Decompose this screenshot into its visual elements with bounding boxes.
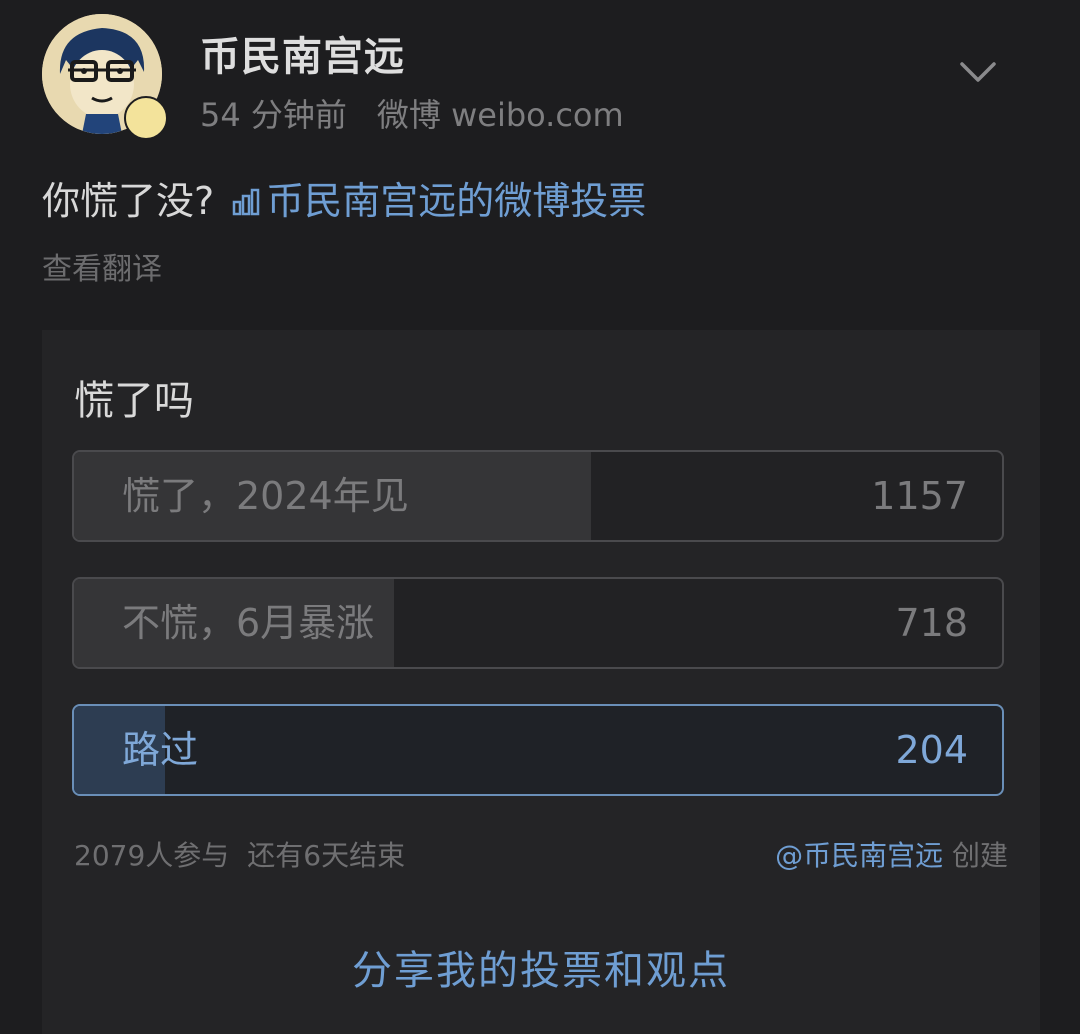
vote-link[interactable]: 币民南宫远的微博投票 xyxy=(226,179,646,223)
username[interactable]: 币民南宫远 xyxy=(200,24,405,82)
poll-option-2-count: 718 xyxy=(895,601,968,645)
translate-link[interactable]: 查看翻译 xyxy=(42,244,162,288)
poll-created-label: 创建 xyxy=(951,839,1008,872)
post-meta: 54 分钟前 微博 weibo.com xyxy=(200,90,624,136)
poll-creator-link[interactable]: @币民南宫远 xyxy=(775,839,943,872)
poll-option-3-count: 204 xyxy=(895,728,968,772)
bar-chart-icon xyxy=(232,181,260,225)
poll-option-2[interactable]: 不慌，6月暴涨 718 xyxy=(72,577,1004,669)
weibo-post: 币民南宫远 54 分钟前 微博 weibo.com 你慌了没? 币民南宫远的微博投… xyxy=(0,0,1080,1034)
share-vote-button[interactable]: 分享我的投票和观点 xyxy=(42,938,1040,996)
post-body: 你慌了没? xyxy=(42,179,215,223)
post-source: 微博 weibo.com xyxy=(376,96,624,134)
poll-stats: 2079人参与 还有6天结束 xyxy=(74,839,405,872)
poll-option-2-label: 不慌，6月暴涨 xyxy=(122,601,375,645)
verified-badge-icon xyxy=(124,96,168,140)
poll-footer: 2079人参与 还有6天结束 @币民南宫远 创建 xyxy=(74,834,1008,874)
poll-option-3-label: 路过 xyxy=(122,728,199,772)
poll-question: 慌了吗 xyxy=(74,378,194,424)
poll-option-1-label: 慌了，2024年见 xyxy=(122,474,409,518)
poll-option-3[interactable]: 路过 204 xyxy=(72,704,1004,796)
poll-participants: 2079人参与 xyxy=(74,839,230,872)
poll-remaining: 还有6天结束 xyxy=(247,839,406,872)
post-time: 54 分钟前 xyxy=(200,96,347,134)
poll-option-1[interactable]: 慌了，2024年见 1157 xyxy=(72,450,1004,542)
vote-link-label: 币民南宫远的微博投票 xyxy=(266,179,647,223)
poll-creator: @币民南宫远 创建 xyxy=(775,834,1008,874)
post-text: 你慌了没? 币民南宫远的微博投票 xyxy=(42,170,646,225)
poll-option-1-count: 1157 xyxy=(871,474,968,518)
poll-card: 慌了吗 慌了，2024年见 1157 不慌，6月暴涨 718 路过 204 20… xyxy=(42,330,1040,1034)
chevron-down-icon[interactable] xyxy=(958,52,998,92)
